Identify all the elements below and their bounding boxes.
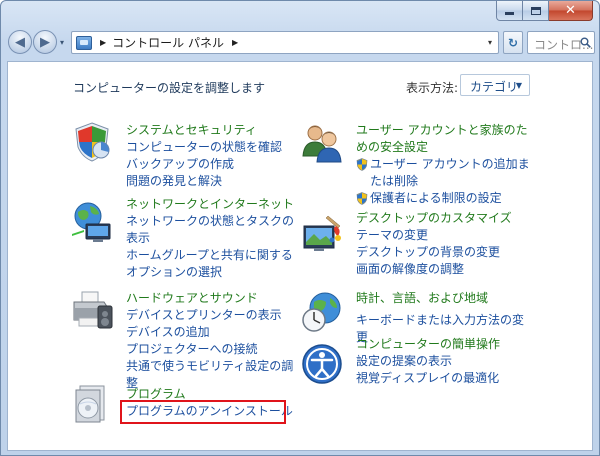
link-add-device[interactable]: デバイスの追加 <box>126 324 296 341</box>
category-title-clock[interactable]: 時計、言語、および地域 <box>356 290 531 307</box>
category-system-text: システムとセキュリティ コンピューターの状態を確認 バックアップの作成 問題の発… <box>126 122 296 190</box>
link-parental-controls[interactable]: 保護者による制限の設定 <box>356 190 531 207</box>
breadcrumb-separator[interactable]: ▶ <box>100 38 106 47</box>
maximize-button[interactable] <box>523 1 549 21</box>
refresh-icon: ↻ <box>507 35 519 50</box>
ease-of-access-icon <box>302 344 342 384</box>
link-change-background[interactable]: デスクトップの背景の変更 <box>356 244 531 261</box>
category-title-ease[interactable]: コンピューターの簡単操作 <box>356 336 531 353</box>
link-homegroup[interactable]: ホームグループと共有に関するオプションの選択 <box>126 247 296 281</box>
link-adjust-resolution[interactable]: 画面の解像度の調整 <box>356 261 531 278</box>
programs-icon <box>75 385 105 423</box>
back-button[interactable]: ◀ <box>8 30 32 54</box>
category-title-users[interactable]: ユーザー アカウントと家族のための安全設定 <box>356 122 531 156</box>
search-icon[interactable] <box>580 37 591 48</box>
arrow-right-icon: ▶ <box>40 34 50 50</box>
category-title-network[interactable]: ネットワークとインターネット <box>126 196 296 213</box>
category-ease-text: コンピューターの簡単操作 設定の提案の表示 視覚ディスプレイの最適化 <box>356 336 531 387</box>
link-network-status[interactable]: ネットワークの状態とタスクの表示 <box>126 213 296 247</box>
address-dropdown-icon[interactable]: ▾ <box>488 38 492 47</box>
refresh-button[interactable]: ↻ <box>503 31 523 54</box>
uac-shield-icon <box>356 192 368 205</box>
link-add-remove-accounts[interactable]: ユーザー アカウントの追加または削除 <box>356 156 531 190</box>
control-panel-window: ✕ ◀ ▶ ▾ ▶ コントロール パネル ▶ ▾ ↻ コントロ... コンピュー… <box>0 0 600 456</box>
maximize-icon <box>530 6 541 15</box>
content-pane: コンピューターの設定を調整します 表示方法: カテゴリ ▼ システムとセキュリテ… <box>7 61 593 451</box>
view-by-label: 表示方法: <box>406 81 459 95</box>
category-hardware-text: ハードウェアとサウンド デバイスとプリンターの表示 デバイスの追加 プロジェクタ… <box>126 290 296 392</box>
caption-buttons: ✕ <box>496 1 593 21</box>
breadcrumb-separator-trailing[interactable]: ▶ <box>232 38 238 47</box>
paint-icon <box>303 215 341 251</box>
category-title-system[interactable]: システムとセキュリティ <box>126 122 296 139</box>
recent-pages-dropdown[interactable]: ▾ <box>60 38 64 47</box>
breadcrumb-control-panel[interactable]: コントロール パネル <box>112 34 224 51</box>
page-title: コンピューターの設定を調整します <box>73 81 266 95</box>
uac-shield-icon <box>356 158 368 171</box>
shield-icon <box>75 122 110 162</box>
link-optimize-display[interactable]: 視覚ディスプレイの最適化 <box>356 370 531 387</box>
link-add-remove-accounts-label: ユーザー アカウントの追加または削除 <box>370 157 530 188</box>
close-button[interactable]: ✕ <box>549 1 593 21</box>
view-by-value: カテゴリ <box>470 80 519 94</box>
forward-button[interactable]: ▶ <box>33 30 57 54</box>
address-bar[interactable]: ▶ コントロール パネル ▶ ▾ <box>71 31 499 54</box>
link-change-theme[interactable]: テーマの変更 <box>356 227 531 244</box>
category-title-appearance[interactable]: デスクトップのカスタマイズ <box>356 210 531 227</box>
uninstall-highlight-box <box>120 400 286 424</box>
arrow-left-icon: ◀ <box>15 34 25 50</box>
minimize-icon <box>505 12 514 15</box>
chevron-down-icon: ▼ <box>515 81 522 90</box>
link-backup[interactable]: バックアップの作成 <box>126 156 296 173</box>
category-network-text: ネットワークとインターネット ネットワークの状態とタスクの表示 ホームグループと… <box>126 196 296 281</box>
network-globe-icon <box>72 202 111 242</box>
minimize-button[interactable] <box>496 1 523 21</box>
category-appearance-text: デスクトップのカスタマイズ テーマの変更 デスクトップの背景の変更 画面の解像度… <box>356 210 531 278</box>
link-get-recommendations[interactable]: 設定の提案の表示 <box>356 353 531 370</box>
link-connect-projector[interactable]: プロジェクターへの接続 <box>126 341 296 358</box>
search-box[interactable]: コントロ... <box>527 31 595 54</box>
link-parental-controls-label: 保護者による制限の設定 <box>370 191 502 205</box>
link-devices-printers[interactable]: デバイスとプリンターの表示 <box>126 307 296 324</box>
close-icon: ✕ <box>565 3 576 18</box>
link-review-status[interactable]: コンピューターの状態を確認 <box>126 139 296 156</box>
link-troubleshoot[interactable]: 問題の発見と解決 <box>126 173 296 190</box>
printer-icon <box>73 291 113 329</box>
navigation-bar: ◀ ▶ ▾ ▶ コントロール パネル ▶ ▾ ↻ コントロ... <box>1 27 599 59</box>
control-panel-icon <box>76 35 92 50</box>
category-users-text: ユーザー アカウントと家族のための安全設定 ユーザー アカウントの追加または削除 <box>356 122 531 207</box>
category-title-hardware[interactable]: ハードウェアとサウンド <box>126 290 296 307</box>
clock-globe-icon <box>302 292 341 332</box>
view-by-dropdown[interactable]: カテゴリ ▼ <box>460 74 530 96</box>
users-icon <box>302 125 342 163</box>
